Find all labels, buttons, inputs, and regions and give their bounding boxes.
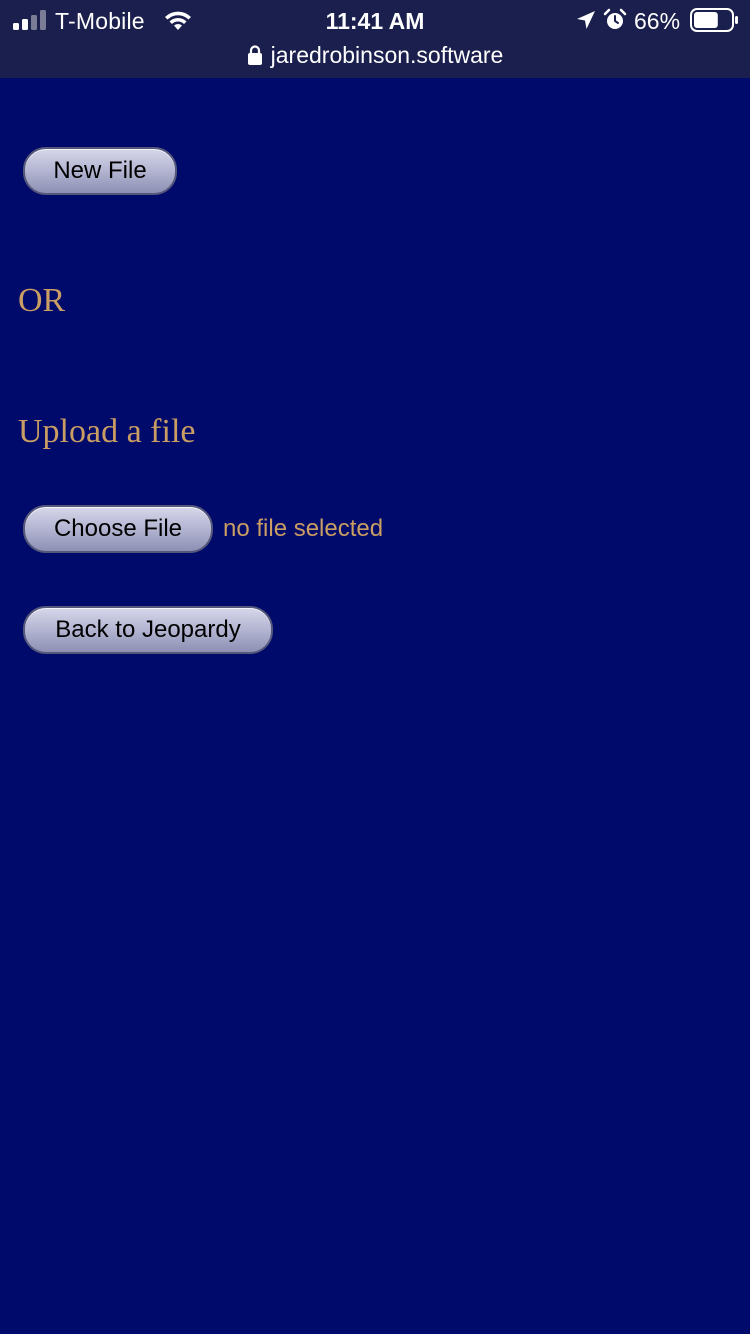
or-separator: OR	[18, 282, 66, 319]
upload-heading: Upload a file	[18, 413, 196, 450]
battery-icon	[690, 8, 738, 32]
browser-top-bar: T-Mobile 11:41 AM 66% jaredrobinson.soft…	[0, 0, 750, 78]
location-arrow-icon	[577, 11, 595, 29]
battery-percentage: 66%	[634, 8, 681, 34]
new-file-button[interactable]: New File	[23, 147, 177, 195]
alarm-clock-icon	[603, 8, 627, 29]
status-bar: T-Mobile 11:41 AM 66%	[0, 0, 750, 42]
lock-icon	[247, 45, 262, 65]
file-selection-status: no file selected	[223, 515, 384, 542]
back-to-jeopardy-button[interactable]: Back to Jeopardy	[23, 606, 273, 654]
url-text: jaredrobinson.software	[270, 42, 504, 68]
page-content: New File OR Upload a file Choose File no…	[0, 78, 750, 1334]
address-bar[interactable]: jaredrobinson.software	[0, 40, 750, 70]
choose-file-button[interactable]: Choose File	[23, 505, 213, 553]
